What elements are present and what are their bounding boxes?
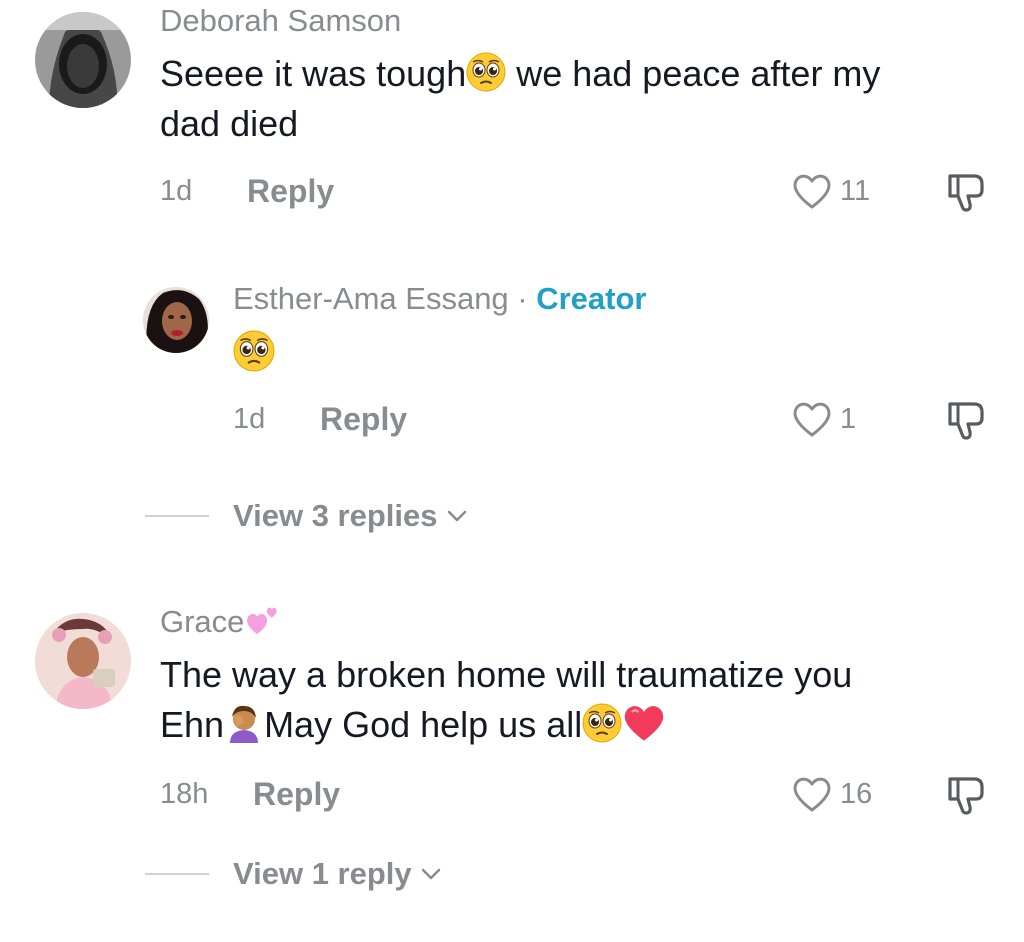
facepalm-emoji xyxy=(224,703,264,743)
comment-text-part: May God help us all xyxy=(264,704,583,745)
avatar[interactable] xyxy=(35,613,131,709)
thumbs-down-icon[interactable] xyxy=(944,398,990,442)
avatar[interactable] xyxy=(143,287,209,353)
view-replies-button[interactable]: View 3 replies xyxy=(145,500,468,531)
reply-username[interactable]: Esther-Ama Essang xyxy=(233,281,509,316)
reply-username-line: Esther-Ama Essang · Creator xyxy=(233,283,647,314)
separator: · xyxy=(508,281,537,316)
comment-time: 18h xyxy=(160,778,209,810)
heart-outline-icon xyxy=(793,402,831,437)
view-replies-button[interactable]: View 1 reply xyxy=(145,858,442,889)
like-button[interactable]: 11 xyxy=(790,171,870,211)
growing-heart-emoji xyxy=(244,606,280,636)
comment-text-part: dad died xyxy=(160,103,299,144)
comment-text: Seeee it was tough we had peace after my… xyxy=(160,49,880,149)
comment-text: The way a broken home will traumatize yo… xyxy=(160,650,852,750)
divider xyxy=(145,514,209,517)
comment-text-part: we had peace after my xyxy=(506,53,881,94)
reply-button[interactable]: Reply xyxy=(320,403,407,435)
avatar[interactable] xyxy=(35,12,131,108)
like-count: 1 xyxy=(840,402,857,435)
like-button[interactable]: 16 xyxy=(790,774,872,814)
reply-button[interactable]: Reply xyxy=(247,175,334,207)
like-count: 11 xyxy=(840,174,871,207)
reply-text xyxy=(233,330,275,377)
comment-text-part: Seeee it was tough xyxy=(160,53,467,94)
heart-outline-icon xyxy=(793,174,831,209)
heart-outline-icon xyxy=(793,777,831,812)
view-replies-label: View 3 replies xyxy=(233,498,438,533)
comment-time: 1d xyxy=(233,403,266,435)
creator-badge: Creator xyxy=(536,281,647,316)
comment-text-part: The way a broken home will traumatize yo… xyxy=(160,654,853,695)
like-button[interactable]: 1 xyxy=(790,399,856,439)
comment-time: 1d xyxy=(160,175,193,207)
thumbs-down-icon[interactable] xyxy=(944,773,990,817)
comment-username[interactable]: Deborah Samson xyxy=(160,5,401,36)
pleading-face-emoji xyxy=(466,52,506,92)
pleading-face-emoji xyxy=(233,330,275,372)
comment-text-part: Ehn xyxy=(160,704,225,745)
like-count: 16 xyxy=(840,777,873,810)
chevron-down-icon xyxy=(421,868,440,879)
pleading-face-emoji xyxy=(582,703,622,743)
red-heart-emoji xyxy=(622,703,666,743)
thumbs-down-icon[interactable] xyxy=(944,170,990,214)
chevron-down-icon xyxy=(447,510,466,521)
comment-username-line: Grace xyxy=(160,606,280,637)
comment-username[interactable]: Grace xyxy=(160,604,244,639)
divider xyxy=(145,872,209,875)
view-replies-label: View 1 reply xyxy=(233,856,412,891)
reply-button[interactable]: Reply xyxy=(253,778,340,810)
